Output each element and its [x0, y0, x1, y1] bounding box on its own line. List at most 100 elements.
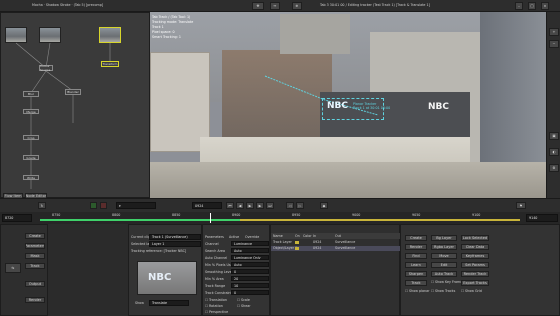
motion-checkbox[interactable]: ☐ Shear: [237, 304, 251, 308]
layer-color: [295, 247, 299, 250]
motion-checkbox[interactable]: ☐ Perspective: [205, 310, 228, 314]
fit-icon[interactable]: ▣: [549, 132, 559, 140]
motion-checkbox[interactable]: ☐ Translation: [205, 298, 227, 302]
param-value[interactable]: 10: [231, 283, 269, 288]
go-end-icon[interactable]: ⏭: [266, 202, 274, 209]
action-button[interactable]: Auto Track: [431, 271, 457, 277]
node-graph-panel[interactable]: Colour Source Transform Blur Blender Mer…: [0, 12, 150, 199]
marker-icon[interactable]: ⚑: [516, 202, 526, 209]
track-button[interactable]: Track: [25, 263, 45, 269]
viewer[interactable]: Tab Track / (Tab Tool: 1) Tracking mode:…: [150, 12, 546, 198]
color-swatch[interactable]: [100, 202, 107, 209]
layer-row[interactable]: Track Layer 0924 Surveillance: [271, 240, 401, 245]
mask-button[interactable]: Mask: [25, 253, 45, 259]
action-button[interactable]: Export Tracks: [461, 280, 489, 286]
close-icon[interactable]: ×: [541, 2, 549, 10]
action-button[interactable]: Edit: [431, 262, 457, 268]
motion-checkbox[interactable]: ☐ Scale: [237, 298, 250, 302]
action-button[interactable]: Bg Layer: [431, 235, 457, 241]
graph-node[interactable]: Colour Source: [39, 64, 53, 72]
param-value[interactable]: Auto: [231, 262, 269, 267]
graph-node[interactable]: Crop: [23, 135, 39, 140]
graph-node[interactable]: Grade: [23, 155, 39, 160]
layer-select[interactable]: Layer 1: [149, 241, 201, 247]
tool-column: Create Parameters Mask ⇆ Track Output Re…: [0, 224, 48, 316]
param-value[interactable]: Luminance: [231, 241, 269, 246]
layer-row-selected[interactable]: Object/Layer 1 0924 Surveillance: [271, 246, 401, 251]
action-button[interactable]: Track: [405, 280, 427, 286]
parameters-panel: Parameters Active Override Channel Lumin…: [202, 224, 270, 316]
maximize-icon[interactable]: □: [528, 2, 536, 10]
action-button[interactable]: Set Params: [461, 262, 489, 268]
loop-icon[interactable]: ↻: [38, 202, 46, 209]
playback-mode-select[interactable]: ▾: [116, 202, 156, 209]
show-tracks-checkbox[interactable]: ☐ Show Tracks: [431, 289, 455, 293]
node-connections: [15, 42, 111, 189]
param-value[interactable]: 0: [231, 269, 269, 274]
param-label: Channel: [205, 242, 219, 246]
tool-select-icon[interactable]: ✥: [252, 2, 264, 10]
motion-checkbox[interactable]: ☐ Rotation: [205, 304, 223, 308]
go-start-icon[interactable]: ⏮: [226, 202, 234, 209]
action-button[interactable]: Move: [431, 253, 457, 259]
nbc-logo-tracked: NBC: [327, 101, 348, 111]
param-label: Smoothing Level: [205, 270, 233, 274]
zoom-in-icon[interactable]: +: [549, 28, 559, 36]
window-title: Mocha · Shadow Stroke · (Tab 5) [precomp…: [32, 3, 104, 7]
action-button[interactable]: Learn: [405, 262, 427, 268]
link-icon[interactable]: ⇆: [5, 263, 21, 273]
track-backward-icon[interactable]: ◁: [286, 202, 294, 209]
keyframe-icon[interactable]: ◆: [320, 202, 328, 209]
param-label: Auto Channel: [205, 256, 228, 260]
action-button[interactable]: Create: [405, 235, 427, 241]
show-select[interactable]: Translate: [149, 300, 189, 306]
action-button[interactable]: Sharpen: [405, 271, 427, 277]
graph-node-selected[interactable]: Transform: [101, 61, 119, 67]
action-button[interactable]: Keyframes: [461, 253, 489, 259]
color-swatch[interactable]: [90, 202, 97, 209]
step-back-icon[interactable]: ◀: [236, 202, 244, 209]
channel-icon[interactable]: ◐: [549, 148, 559, 156]
show-keyframes-checkbox[interactable]: ☐ Show Key Frames: [431, 280, 464, 284]
action-button[interactable]: Rgba Layer: [431, 244, 457, 250]
render-button[interactable]: Render: [25, 297, 45, 303]
output-button[interactable]: Output: [25, 281, 45, 287]
action-button[interactable]: Clear Data: [461, 244, 489, 250]
action-button[interactable]: Render: [405, 244, 427, 250]
show-grid-checkbox[interactable]: ☐ Show Grid: [461, 289, 482, 293]
minimize-icon[interactable]: –: [515, 2, 523, 10]
action-button[interactable]: Lock Selected: [461, 235, 489, 241]
frame-field[interactable]: 0924: [192, 202, 222, 209]
current-clip-select[interactable]: Track 1 (Surveillance): [149, 234, 201, 240]
settings-icon[interactable]: ⚙: [549, 164, 559, 172]
param-value[interactable]: 20: [231, 276, 269, 281]
track-forward-icon[interactable]: ▷: [296, 202, 304, 209]
show-planar-checkbox[interactable]: ☐ Show planar: [405, 289, 429, 293]
param-value[interactable]: Auto: [231, 248, 269, 253]
param-value[interactable]: Luminance Only: [231, 255, 269, 260]
graph-node[interactable]: Write: [23, 175, 39, 180]
zoom-out-icon[interactable]: −: [549, 40, 559, 48]
action-button[interactable]: Find: [405, 253, 427, 259]
graph-node[interactable]: Blender: [65, 89, 81, 95]
layers-panel: Name On Color In Out Track Layer 0924 Su…: [270, 224, 401, 316]
action-button[interactable]: Render Track: [461, 271, 489, 277]
param-value[interactable]: 0: [231, 290, 269, 295]
tool-zoom-icon[interactable]: ⊕: [292, 2, 302, 10]
in-frame-field[interactable]: 8720: [2, 214, 32, 222]
playhead[interactable]: [210, 213, 211, 223]
timeline-ruler: 8750 8800 8850 8900 8950 9000 9050 9100: [52, 213, 481, 217]
step-forward-icon[interactable]: ▶: [256, 202, 264, 209]
tool-pan-icon[interactable]: ↔: [270, 2, 280, 10]
create-button[interactable]: Create: [25, 233, 45, 239]
graph-node[interactable]: Merge: [23, 109, 39, 114]
graph-node[interactable]: Blur: [23, 91, 39, 97]
timeline[interactable]: 8720 9140 8750 8800 8850 8900 8950 9000 …: [0, 212, 560, 224]
transport-bar: ↻ ▾ 0924 ⏮ ◀ ▶ ▶ ⏭ ◁ ▷ ◆ ⚑: [0, 198, 560, 212]
play-icon[interactable]: ▶: [246, 202, 254, 209]
param-label: Track Range: [205, 284, 226, 288]
parameters-button[interactable]: Parameters: [25, 243, 45, 249]
layers-header: Name On Color In Out: [271, 233, 401, 239]
tracker-box[interactable]: NBC Planar Tracker Track 1 at 30:01 00:0…: [322, 98, 390, 120]
out-frame-field[interactable]: 9140: [526, 214, 558, 222]
